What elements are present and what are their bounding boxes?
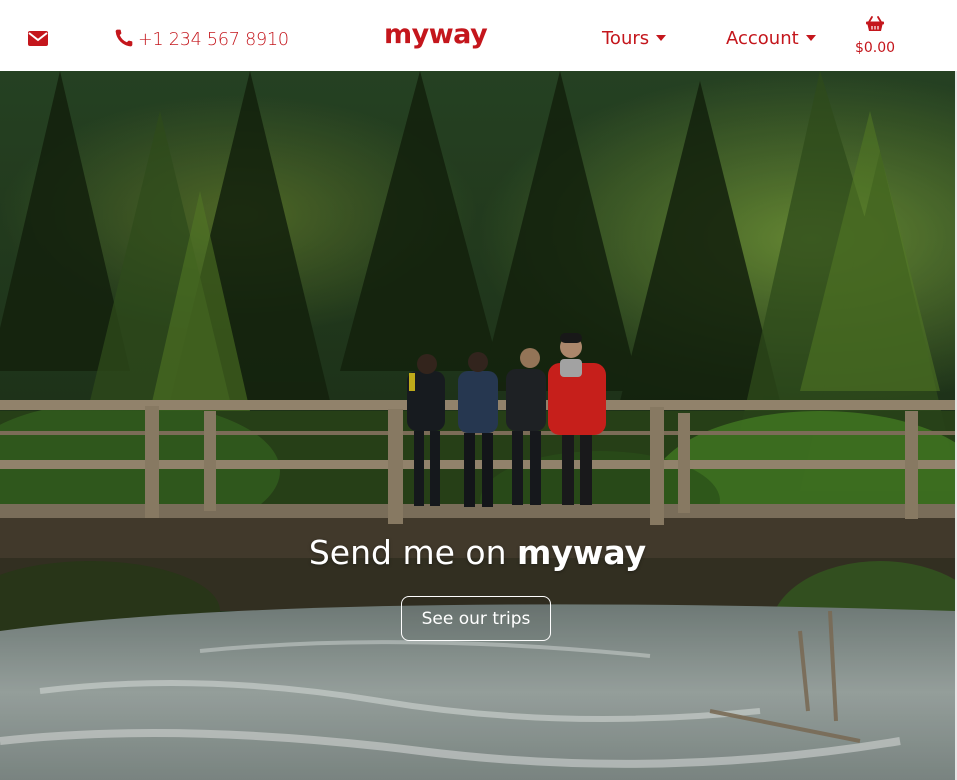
hero-title-brand: myway [517, 533, 647, 572]
brand-logo[interactable]: myway [384, 19, 488, 50]
nav-tours-label: Tours [602, 28, 650, 49]
phone-number: +1 234 567 8910 [138, 30, 289, 50]
phone-link[interactable]: +1 234 567 8910 [114, 27, 289, 53]
phone-icon [114, 28, 134, 53]
hero-title-prefix: Send me on [308, 533, 507, 572]
see-our-trips-button[interactable]: See our trips [401, 596, 551, 641]
hero-background-photo [0, 71, 955, 780]
basket-icon [866, 16, 884, 36]
cart-button[interactable]: $0.00 [853, 16, 897, 62]
caret-down-icon [805, 34, 816, 41]
caret-down-icon [656, 34, 667, 41]
nav-tours-dropdown[interactable]: Tours [602, 28, 667, 49]
nav-account-dropdown[interactable]: Account [726, 28, 816, 49]
hero-section: Send me on myway See our trips [0, 71, 955, 780]
site-header: +1 234 567 8910 myway Tours Account $0.0… [0, 0, 957, 71]
hero-title: Send me on myway [0, 533, 955, 572]
envelope-icon[interactable] [28, 30, 48, 47]
nav-account-label: Account [726, 28, 799, 49]
cart-total: $0.00 [854, 40, 896, 56]
